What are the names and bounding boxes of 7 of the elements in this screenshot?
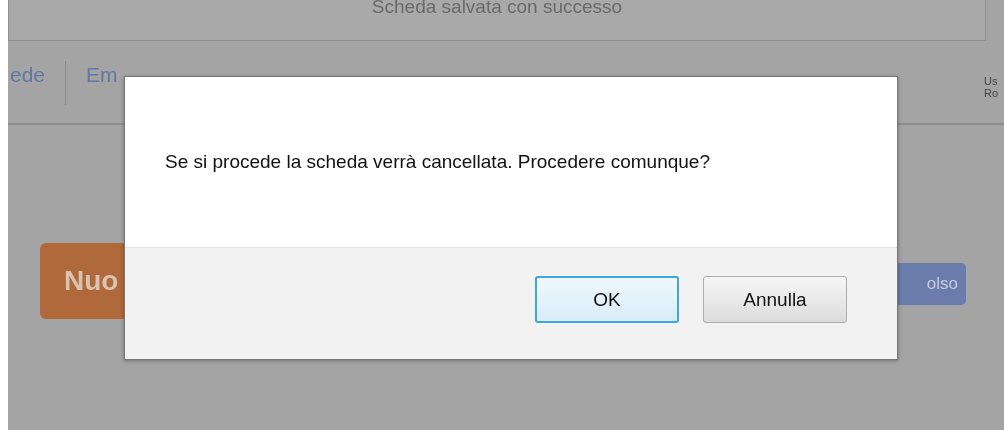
user-info-text: Us [984, 75, 999, 87]
user-info-text: Ro [984, 87, 1000, 99]
cancel-button[interactable]: Annulla [703, 276, 847, 323]
banner-text: Scheda salvata con successo [371, 0, 623, 18]
nav-link[interactable]: ede [8, 61, 67, 105]
ok-button[interactable]: OK [535, 276, 679, 323]
dialog-message: Se si procede la scheda verrà cancellata. Procedere comunque? [165, 151, 710, 173]
